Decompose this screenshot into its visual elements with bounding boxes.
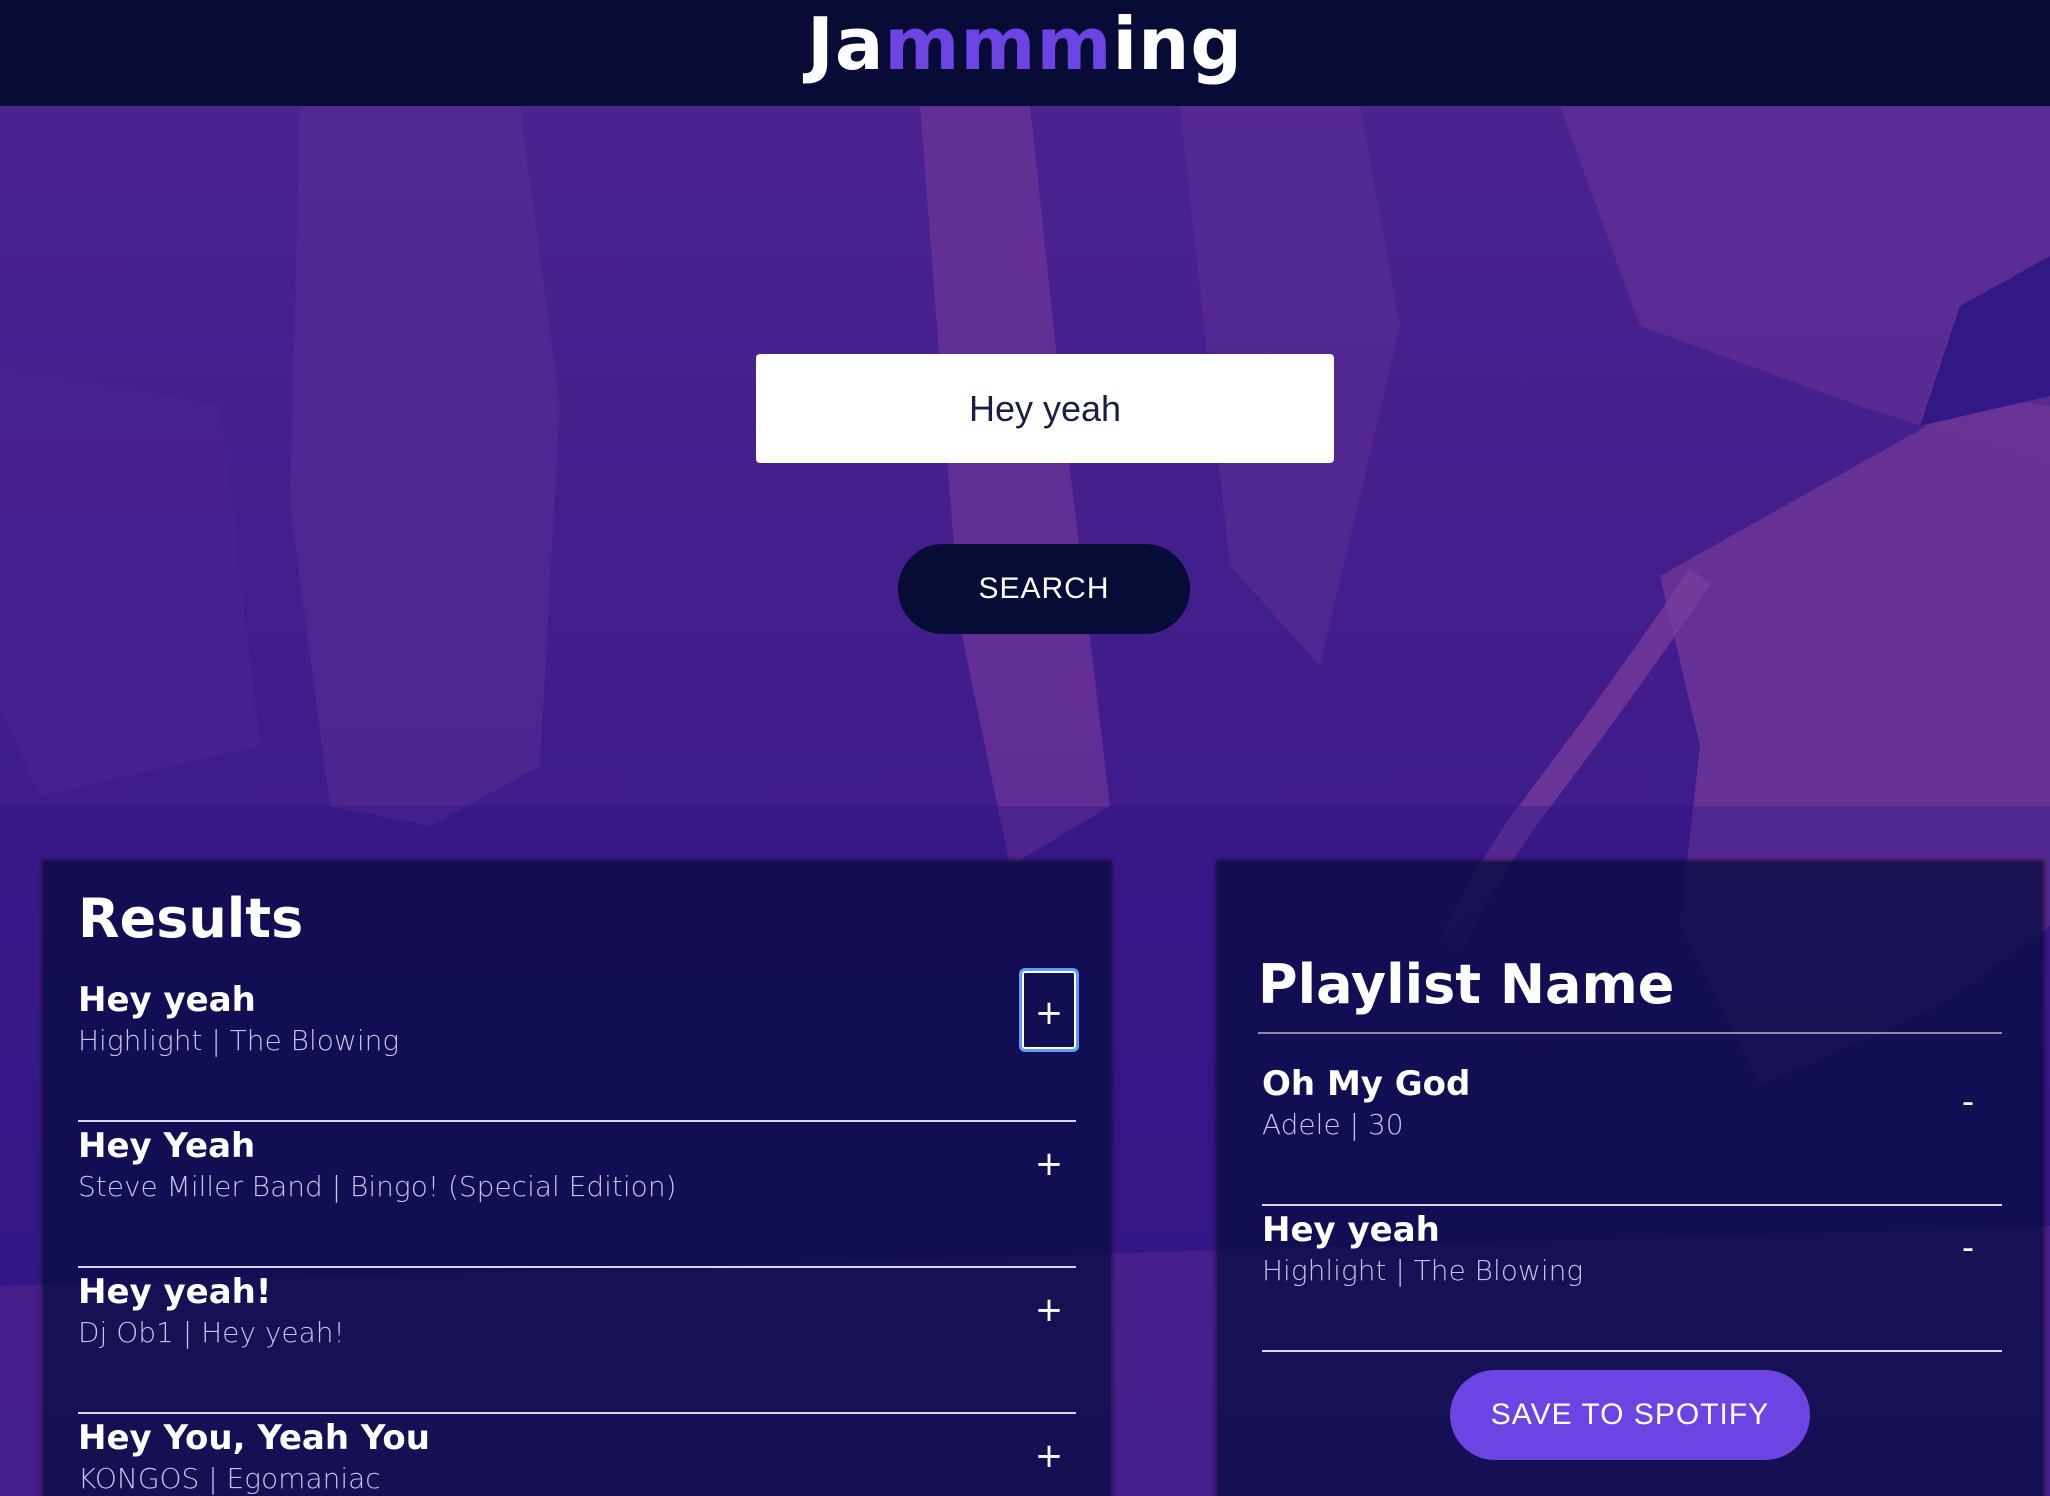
track-info: Highlight | The Blowing xyxy=(1262,1254,1584,1287)
logo-accent: mmm xyxy=(884,2,1113,86)
app-header: Jammming xyxy=(0,0,2050,106)
app-logo: Jammming xyxy=(807,8,1243,80)
add-track-button[interactable]: + xyxy=(1019,1268,1079,1352)
results-title: Results xyxy=(78,887,304,950)
playlist-panel: Playlist Name Oh My God Adele | 30 - Hey… xyxy=(1218,862,2042,1496)
search-input[interactable] xyxy=(756,354,1334,463)
playlist-track: Hey yeah Highlight | The Blowing - xyxy=(1262,1206,2002,1352)
track-name: Hey yeah xyxy=(1262,1210,1440,1250)
remove-track-button[interactable]: - xyxy=(1938,1060,1998,1144)
add-track-button[interactable]: + xyxy=(1019,1414,1079,1496)
track-info: Adele | 30 xyxy=(1262,1108,1404,1141)
logo-prefix: Ja xyxy=(807,2,885,86)
remove-track-button[interactable]: - xyxy=(1938,1206,1998,1290)
results-panel: Results Hey yeah Highlight | The Blowing… xyxy=(44,862,1110,1496)
playlist-name-underline xyxy=(1258,1032,2002,1034)
search-button[interactable]: SEARCH xyxy=(898,544,1190,634)
save-to-spotify-button[interactable]: SAVE TO SPOTIFY xyxy=(1450,1370,1810,1460)
track-name: Hey You, Yeah You xyxy=(78,1418,430,1458)
track-name: Hey yeah! xyxy=(78,1272,272,1312)
track-name: Hey Yeah xyxy=(78,1126,256,1166)
add-track-button[interactable]: + xyxy=(1019,1122,1079,1206)
track-info: KONGOS | Egomaniac xyxy=(78,1462,381,1495)
track-info: Steve Miller Band | Bingo! (Special Edit… xyxy=(78,1170,677,1203)
result-track: Hey yeah! Dj Ob1 | Hey yeah! + xyxy=(78,1268,1076,1414)
logo-suffix: ing xyxy=(1112,2,1243,86)
playlist-name-input[interactable]: Playlist Name xyxy=(1258,958,1674,1012)
track-info: Highlight | The Blowing xyxy=(78,1024,400,1057)
track-name: Oh My God xyxy=(1262,1064,1471,1104)
playlist-track: Oh My God Adele | 30 - xyxy=(1262,1060,2002,1206)
result-track: Hey You, Yeah You KONGOS | Egomaniac + xyxy=(78,1414,1076,1496)
result-track: Hey yeah Highlight | The Blowing + xyxy=(78,968,1079,1122)
track-name: Hey yeah xyxy=(78,980,256,1020)
track-info: Dj Ob1 | Hey yeah! xyxy=(78,1316,345,1349)
add-track-button[interactable]: + xyxy=(1019,968,1079,1052)
result-track: Hey Yeah Steve Miller Band | Bingo! (Spe… xyxy=(78,1122,1076,1268)
